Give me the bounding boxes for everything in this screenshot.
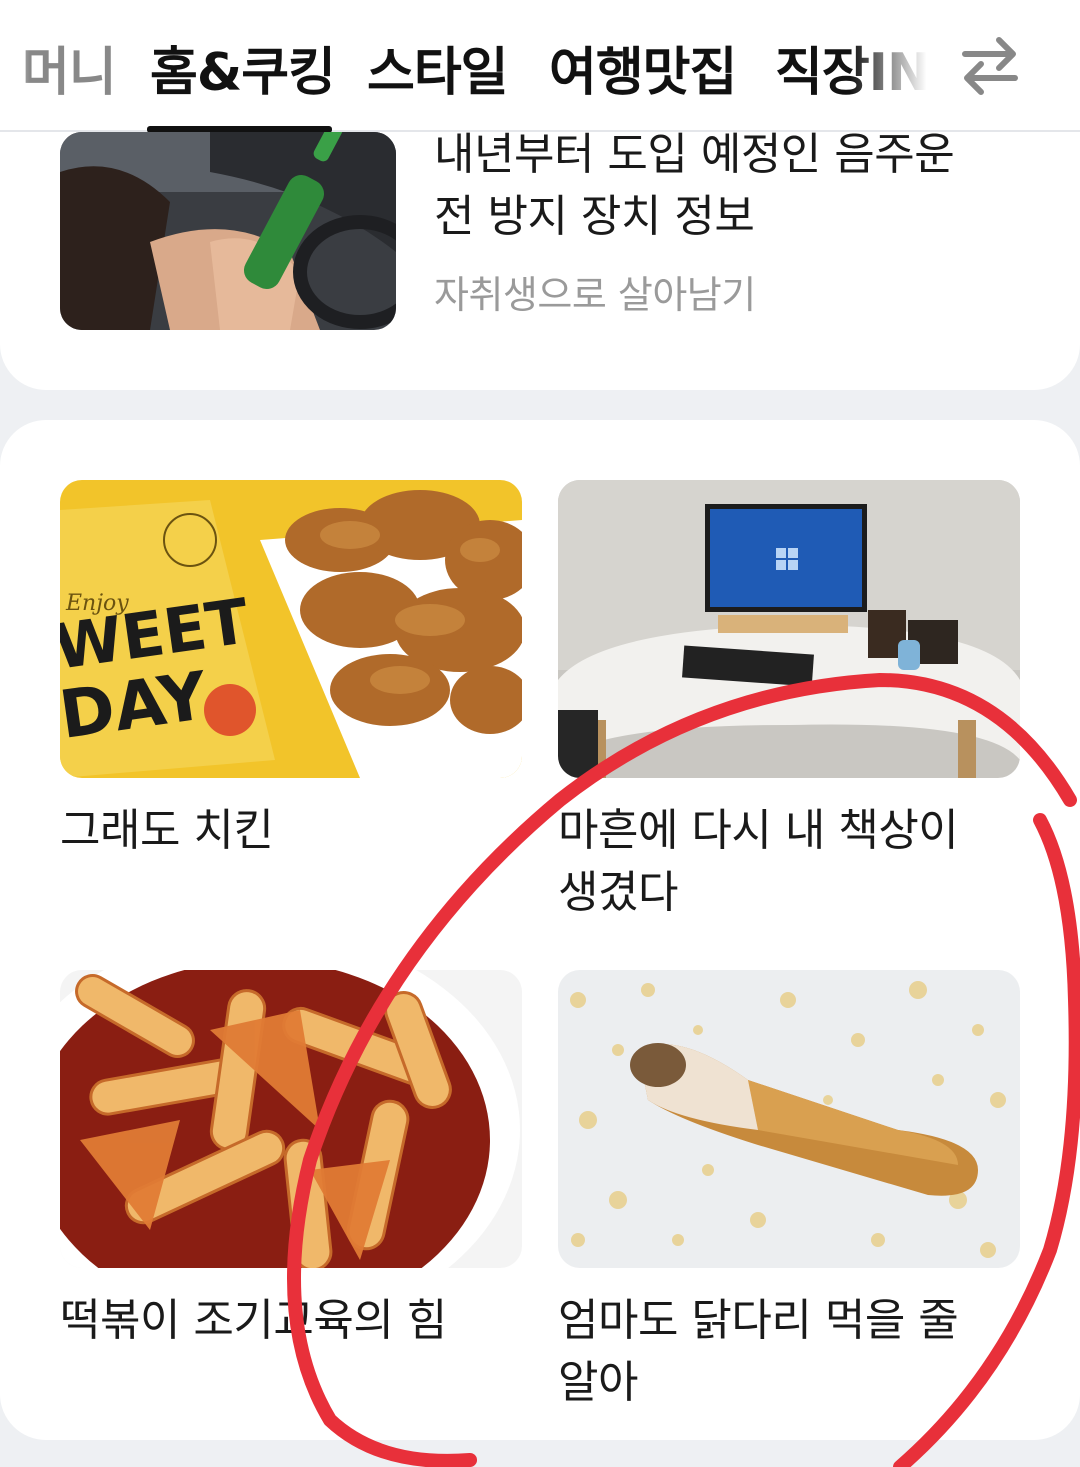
fried-chicken-thumbnail: Enjoy WEET DAY bbox=[60, 480, 522, 778]
top-article-title-line2: 전 방지 장치 정보 bbox=[434, 191, 755, 242]
grid-item-chicken-title: 그래도 치킨 bbox=[60, 805, 274, 856]
tab-home-cooking[interactable]: 홈&쿠킹 bbox=[150, 30, 336, 105]
article-grid-card: Enjoy WEET DAY 그래도 치킨 마흔에 다시 내 책상이 생겼다 떡… bbox=[0, 420, 1080, 1440]
top-article-card[interactable]: 내년부터 도입 예정인 음주운 전 방지 장치 정보 자취생으로 살아남기 bbox=[0, 129, 1080, 390]
top-article-title-line1: 내년부터 도입 예정인 음주운 bbox=[434, 129, 955, 180]
grid-item-tteokbokki-title: 떡볶이 조기교육의 힘 bbox=[60, 1295, 447, 1346]
top-article-source: 자취생으로 살아남기 bbox=[434, 273, 756, 317]
grid-item-chicken-leg-title-line1: 엄마도 닭다리 먹을 줄 bbox=[558, 1295, 959, 1346]
grid-item-chicken-leg-title-line2: 알아 bbox=[558, 1357, 638, 1408]
drunk-driving-thumbnail bbox=[60, 132, 396, 330]
category-tab-bar: 머니 홈&쿠킹 스타일 여행맛집 직장IN bbox=[0, 0, 1080, 133]
tteokbokki-thumbnail bbox=[60, 970, 522, 1268]
chicken-leg-thumbnail bbox=[558, 970, 1020, 1268]
tab-travel-food[interactable]: 여행맛집 bbox=[549, 30, 737, 105]
tab-money[interactable]: 머니 bbox=[22, 30, 117, 105]
tab-style[interactable]: 스타일 bbox=[367, 30, 509, 105]
grid-item-desk-title-line1: 마흔에 다시 내 책상이 bbox=[558, 805, 959, 856]
swap-arrows-icon[interactable] bbox=[955, 30, 1025, 100]
desk-setup-thumbnail bbox=[558, 480, 1020, 778]
tab-fade-left bbox=[0, 20, 30, 110]
grid-item-desk-title-line2: 생겼다 bbox=[558, 867, 678, 918]
tab-fade-right bbox=[850, 20, 940, 110]
